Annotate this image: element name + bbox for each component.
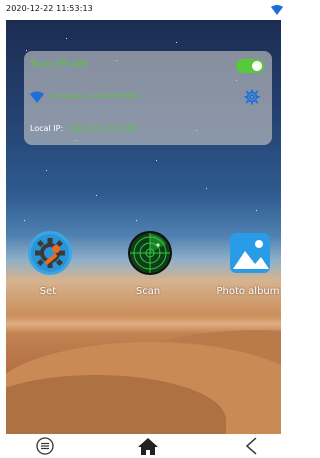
app-label: Photo album (216, 286, 280, 297)
wifi-card-title: Turn off wifi (30, 59, 88, 70)
back-icon[interactable] (240, 437, 264, 455)
app-photo-album[interactable]: Photo album (213, 231, 283, 301)
wifi-toggle[interactable] (236, 59, 264, 73)
radar-icon (128, 231, 172, 275)
local-ip-value: 192.168.137.150 (68, 124, 137, 133)
menu-icon[interactable] (33, 437, 57, 455)
wifi-card: Turn off wifi woodpecker-scan4910650864 … (24, 51, 272, 145)
toggle-knob (252, 61, 262, 71)
local-ip-label: Local IP: (30, 124, 64, 133)
navigation-bar (0, 434, 285, 458)
network-name: woodpecker-scan4910650864 (50, 93, 141, 100)
app-set[interactable]: Set (13, 231, 83, 301)
status-timestamp: 2020-12-22 11:53:13 (6, 4, 93, 13)
status-bar: 2020-12-22 11:53:13 (0, 0, 285, 20)
gear-icon[interactable] (244, 89, 260, 105)
app-label: Scan (135, 286, 161, 297)
wrench-gear-icon (28, 231, 72, 275)
wifi-icon (271, 5, 283, 15)
wifi-icon (30, 91, 44, 103)
app-scan[interactable]: Scan (113, 231, 183, 301)
picture-icon (230, 233, 270, 273)
app-label: Set (39, 286, 57, 297)
home-icon[interactable] (136, 437, 160, 455)
